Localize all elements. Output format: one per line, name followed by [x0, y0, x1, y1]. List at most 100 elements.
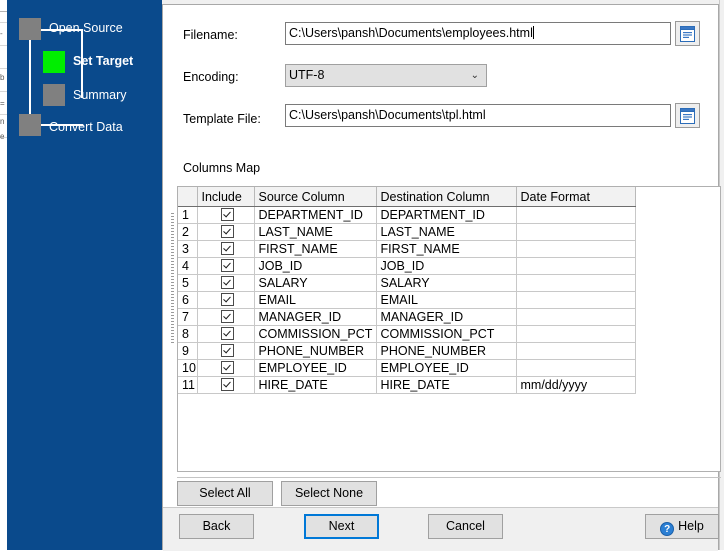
destination-column-cell[interactable]: COMMISSION_PCT [376, 326, 516, 343]
wizard-label-set-target[interactable]: Set Target [73, 54, 133, 68]
source-column-cell[interactable]: JOB_ID [254, 258, 376, 275]
encoding-value: UTF-8 [289, 68, 324, 82]
checkbox-checked-icon[interactable] [221, 361, 234, 374]
column-header-destination[interactable]: Destination Column [376, 187, 516, 207]
document-icon [680, 108, 695, 124]
select-none-button[interactable]: Select None [281, 481, 377, 506]
date-format-cell[interactable] [516, 224, 635, 241]
date-format-cell[interactable] [516, 309, 635, 326]
cancel-button[interactable]: Cancel [428, 514, 503, 539]
source-column-cell[interactable]: PHONE_NUMBER [254, 343, 376, 360]
table-row[interactable]: 3FIRST_NAMEFIRST_NAME [178, 241, 635, 258]
table-row[interactable]: 7MANAGER_IDMANAGER_ID [178, 309, 635, 326]
source-column-cell[interactable]: SALARY [254, 275, 376, 292]
include-checkbox-cell[interactable] [197, 292, 254, 309]
source-column-cell[interactable]: LAST_NAME [254, 224, 376, 241]
source-column-cell[interactable]: FIRST_NAME [254, 241, 376, 258]
include-checkbox-cell[interactable] [197, 326, 254, 343]
destination-column-cell[interactable]: JOB_ID [376, 258, 516, 275]
row-number-cell: 10 [178, 360, 197, 377]
columns-map-grid[interactable]: Include Source Column Destination Column… [177, 186, 721, 472]
encoding-select[interactable]: UTF-8⌄ [285, 64, 487, 87]
destination-column-cell[interactable]: LAST_NAME [376, 224, 516, 241]
table-row[interactable]: 4JOB_IDJOB_ID [178, 258, 635, 275]
column-header-include[interactable]: Include [197, 187, 254, 207]
grid-splitter-handle[interactable] [171, 213, 174, 343]
date-format-cell[interactable] [516, 360, 635, 377]
date-format-cell[interactable]: mm/dd/yyyy [516, 377, 635, 394]
wizard-label-open-source[interactable]: Open Source [49, 21, 123, 35]
row-number-cell: 9 [178, 343, 197, 360]
table-row[interactable]: 6EMAILEMAIL [178, 292, 635, 309]
checkbox-checked-icon[interactable] [221, 242, 234, 255]
destination-column-cell[interactable]: EMPLOYEE_ID [376, 360, 516, 377]
checkbox-checked-icon[interactable] [221, 259, 234, 272]
include-checkbox-cell[interactable] [197, 207, 254, 224]
column-header-date-format[interactable]: Date Format [516, 187, 635, 207]
select-all-button[interactable]: Select All [177, 481, 273, 506]
wizard-connector-left-rail [29, 31, 31, 125]
template-file-label: Template File: [183, 112, 261, 126]
date-format-cell[interactable] [516, 343, 635, 360]
question-mark-icon: ? [660, 522, 674, 536]
date-format-cell[interactable] [516, 207, 635, 224]
destination-column-cell[interactable]: DEPARTMENT_ID [376, 207, 516, 224]
include-checkbox-cell[interactable] [197, 241, 254, 258]
include-checkbox-cell[interactable] [197, 224, 254, 241]
source-column-cell[interactable]: EMPLOYEE_ID [254, 360, 376, 377]
include-checkbox-cell[interactable] [197, 377, 254, 394]
destination-column-cell[interactable]: EMAIL [376, 292, 516, 309]
next-button[interactable]: Next [304, 514, 379, 539]
date-format-cell[interactable] [516, 326, 635, 343]
source-column-cell[interactable]: COMMISSION_PCT [254, 326, 376, 343]
table-row[interactable]: 1DEPARTMENT_IDDEPARTMENT_ID [178, 207, 635, 224]
template-file-browse-button[interactable] [675, 103, 700, 128]
table-body: 1DEPARTMENT_IDDEPARTMENT_ID2LAST_NAMELAS… [178, 207, 635, 394]
destination-column-cell[interactable]: HIRE_DATE [376, 377, 516, 394]
checkbox-checked-icon[interactable] [221, 276, 234, 289]
column-header-rownum[interactable] [178, 187, 197, 207]
table-row[interactable]: 8COMMISSION_PCTCOMMISSION_PCT [178, 326, 635, 343]
wizard-node-open-source[interactable] [19, 18, 41, 40]
template-file-input[interactable]: C:\Users\pansh\Documents\tpl.html [285, 104, 671, 127]
include-checkbox-cell[interactable] [197, 360, 254, 377]
checkbox-checked-icon[interactable] [221, 327, 234, 340]
table-row[interactable]: 5SALARYSALARY [178, 275, 635, 292]
wizard-label-convert-data[interactable]: Convert Data [49, 120, 123, 134]
checkbox-checked-icon[interactable] [221, 378, 234, 391]
checkbox-checked-icon[interactable] [221, 293, 234, 306]
wizard-node-summary[interactable] [43, 84, 65, 106]
include-checkbox-cell[interactable] [197, 343, 254, 360]
table-row[interactable]: 2LAST_NAMELAST_NAME [178, 224, 635, 241]
wizard-node-convert-data[interactable] [19, 114, 41, 136]
checkbox-checked-icon[interactable] [221, 208, 234, 221]
wizard-label-summary[interactable]: Summary [73, 88, 126, 102]
destination-column-cell[interactable]: SALARY [376, 275, 516, 292]
column-header-source[interactable]: Source Column [254, 187, 376, 207]
checkbox-checked-icon[interactable] [221, 225, 234, 238]
destination-column-cell[interactable]: FIRST_NAME [376, 241, 516, 258]
back-button[interactable]: Back [179, 514, 254, 539]
include-checkbox-cell[interactable] [197, 275, 254, 292]
destination-column-cell[interactable]: PHONE_NUMBER [376, 343, 516, 360]
source-column-cell[interactable]: MANAGER_ID [254, 309, 376, 326]
table-row[interactable]: 11HIRE_DATEHIRE_DATEmm/dd/yyyy [178, 377, 635, 394]
include-checkbox-cell[interactable] [197, 258, 254, 275]
source-column-cell[interactable]: HIRE_DATE [254, 377, 376, 394]
table-row[interactable]: 9 PHONE_NUMBERPHONE_NUMBER [178, 343, 635, 360]
source-column-cell[interactable]: DEPARTMENT_ID [254, 207, 376, 224]
destination-column-cell[interactable]: MANAGER_ID [376, 309, 516, 326]
help-button[interactable]: ?Help [645, 514, 719, 539]
date-format-cell[interactable] [516, 292, 635, 309]
date-format-cell[interactable] [516, 275, 635, 292]
table-row[interactable]: 10 EMPLOYEE_IDEMPLOYEE_ID [178, 360, 635, 377]
include-checkbox-cell[interactable] [197, 309, 254, 326]
source-column-cell[interactable]: EMAIL [254, 292, 376, 309]
checkbox-checked-icon[interactable] [221, 344, 234, 357]
wizard-node-set-target[interactable] [43, 51, 65, 73]
filename-input[interactable]: C:\Users\pansh\Documents\employees.html [285, 22, 671, 45]
checkbox-checked-icon[interactable] [221, 310, 234, 323]
date-format-cell[interactable] [516, 241, 635, 258]
filename-browse-button[interactable] [675, 21, 700, 46]
date-format-cell[interactable] [516, 258, 635, 275]
